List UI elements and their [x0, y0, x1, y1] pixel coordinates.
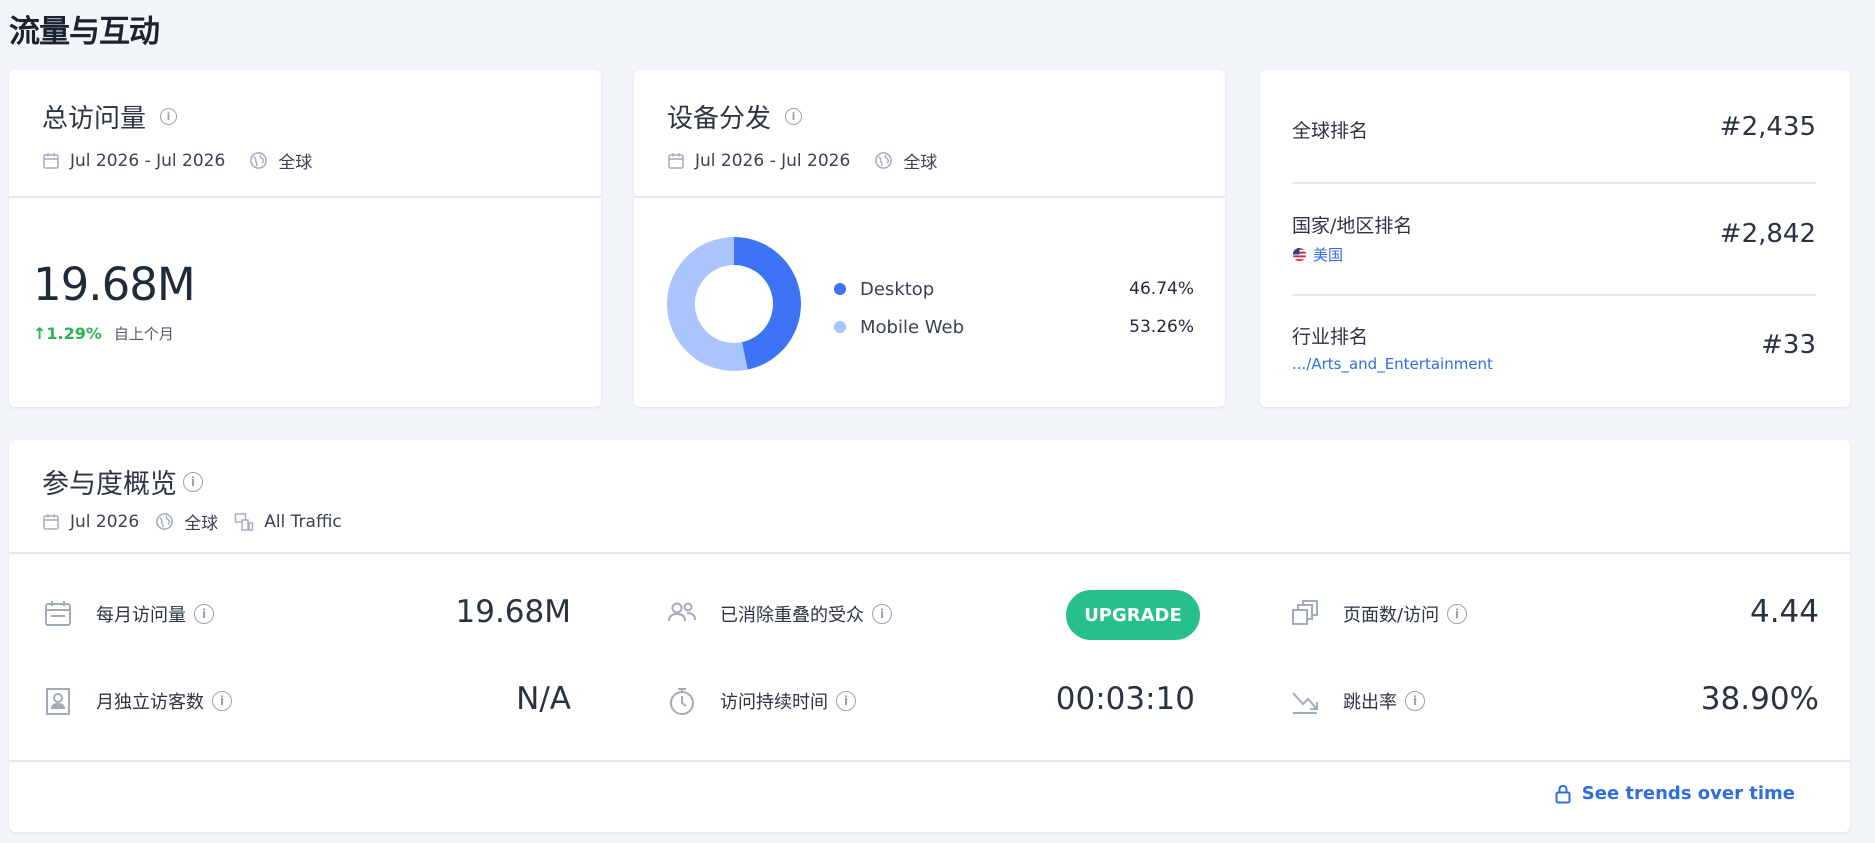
calendar-icon — [667, 152, 685, 170]
globe-icon — [249, 151, 268, 170]
info-icon[interactable]: i — [1447, 604, 1468, 624]
globe-icon — [155, 512, 174, 531]
country-rank-row: 国家/地区排名 美国 #2,842 — [1292, 211, 1816, 267]
device-distribution-meta: Jul 2026 - Jul 2026 全球 — [667, 148, 1192, 173]
legend-value: 53.26% — [1129, 317, 1194, 337]
calendar-icon — [42, 513, 60, 531]
total-visits-meta: Jul 2026 - Jul 2026 全球 — [42, 148, 568, 173]
metric-label: 每月访问量 — [96, 605, 186, 626]
total-visits-header: 总访问量 i Jul 2026 - Jul 2026 全球 — [9, 70, 601, 198]
metric-visit-duration: 访问持续时间 i — [666, 679, 856, 723]
globe-icon — [874, 151, 893, 170]
total-visits-change: ↑1.29% 自上个月 — [33, 323, 174, 344]
region: 全球 — [903, 153, 938, 173]
metric-dedup-audience: 已消除重叠的受众 i — [666, 592, 892, 636]
date-range: Jul 2026 - Jul 2026 — [695, 150, 851, 171]
date-range: Jul 2026 - Jul 2026 — [70, 150, 226, 171]
monthly-visits-value: 19.68M — [455, 594, 572, 630]
engagement-footer-divider — [9, 760, 1850, 762]
info-icon[interactable]: i — [1405, 691, 1425, 711]
divider — [1292, 182, 1816, 184]
users-icon — [666, 598, 698, 630]
calendar-icon — [42, 598, 74, 630]
metric-bounce-rate: 跳出率 i — [1289, 679, 1425, 723]
industry-rank-label: 行业排名 — [1292, 326, 1369, 348]
pages-icon — [1289, 598, 1321, 630]
see-trends-link[interactable]: See trends over time — [1554, 783, 1795, 804]
info-icon[interactable]: i — [785, 107, 803, 125]
metric-label: 跳出率 — [1343, 692, 1397, 713]
industry-rank-value: #33 — [1761, 330, 1816, 360]
metric-label: 访问持续时间 — [720, 692, 828, 713]
legend-value: 46.74% — [1129, 279, 1194, 299]
pages-per-visit-value: 4.44 — [1749, 594, 1819, 630]
metric-label: 月独立访客数 — [96, 692, 204, 713]
change-percent: ↑1.29% — [33, 324, 102, 343]
metric-unique-visitors: 月独立访客数 i — [42, 679, 232, 723]
region: 全球 — [278, 153, 313, 173]
device-donut-chart[interactable] — [666, 236, 802, 372]
info-icon[interactable]: i — [836, 691, 856, 711]
donut-slice-desktop[interactable] — [734, 237, 801, 370]
device-legend: Desktop 46.74% Mobile Web 53.26% — [834, 270, 1194, 346]
country-name: 美国 — [1313, 246, 1344, 264]
us-flag-icon — [1292, 247, 1307, 262]
engagement-region: 全球 — [184, 514, 219, 534]
upgrade-button[interactable]: UPGRADE — [1066, 590, 1200, 640]
bounce-arrow-icon — [1289, 685, 1321, 717]
metric-label: 页面数/访问 — [1343, 605, 1440, 626]
metric-label: 已消除重叠的受众 — [720, 605, 864, 626]
bounce-rate-value: 38.90% — [1700, 681, 1819, 717]
unique-visitors-value: N/A — [516, 681, 571, 717]
country-rank-value: #2,842 — [1719, 219, 1816, 249]
total-visits-title: 总访问量 — [42, 103, 147, 134]
engagement-header: 参与度概览 i Jul 2026 全球 All Traffic — [9, 440, 1850, 554]
engagement-title: 参与度概览 — [42, 469, 177, 500]
legend-label: Mobile Web — [860, 316, 965, 338]
global-rank-value: #2,435 — [1719, 112, 1816, 142]
metric-monthly-visits: 每月访问量 i — [42, 592, 214, 636]
industry-rank-row: 行业排名 .../Arts_and_Entertainment #33 — [1292, 322, 1816, 378]
engagement-date: Jul 2026 — [70, 511, 140, 532]
visit-duration-value: 00:03:10 — [1055, 681, 1195, 717]
info-icon[interactable]: i — [160, 107, 178, 125]
see-trends-label: See trends over time — [1581, 783, 1795, 804]
divider — [1292, 294, 1816, 296]
global-rank-label: 全球排名 — [1292, 120, 1369, 142]
traffic-source-icon — [234, 512, 254, 532]
industry-link[interactable]: .../Arts_and_Entertainment — [1292, 355, 1816, 373]
legend-label: Desktop — [860, 278, 935, 300]
person-badge-icon — [42, 685, 74, 717]
total-visits-value: 19.68M — [33, 258, 196, 311]
engagement-meta: Jul 2026 全球 All Traffic — [42, 509, 1817, 534]
section-title: 流量与互动 — [9, 14, 160, 50]
info-icon[interactable]: i — [212, 691, 232, 711]
info-icon[interactable]: i — [194, 604, 214, 624]
device-distribution-title: 设备分发 — [667, 103, 772, 134]
legend-dot-desktop — [834, 283, 846, 295]
stopwatch-icon — [666, 685, 698, 717]
engagement-traffic: All Traffic — [264, 511, 342, 532]
metric-pages-per-visit: 页面数/访问 i — [1289, 592, 1468, 636]
legend-item-mobile-web[interactable]: Mobile Web 53.26% — [834, 308, 1194, 346]
device-distribution-header: 设备分发 i Jul 2026 - Jul 2026 全球 — [634, 70, 1225, 198]
info-icon[interactable]: i — [872, 604, 892, 624]
info-icon[interactable]: i — [183, 471, 203, 492]
legend-item-desktop[interactable]: Desktop 46.74% — [834, 270, 1194, 308]
lock-icon — [1555, 784, 1571, 803]
total-visits-card: 总访问量 i Jul 2026 - Jul 2026 全球 — [9, 70, 601, 407]
global-rank-row: 全球排名 #2,435 — [1292, 112, 1816, 152]
legend-dot-mobile-web — [834, 321, 846, 333]
change-label: 自上个月 — [113, 325, 174, 343]
calendar-icon — [42, 152, 60, 170]
engagement-card: 参与度概览 i Jul 2026 全球 All Traffic — [9, 440, 1850, 832]
